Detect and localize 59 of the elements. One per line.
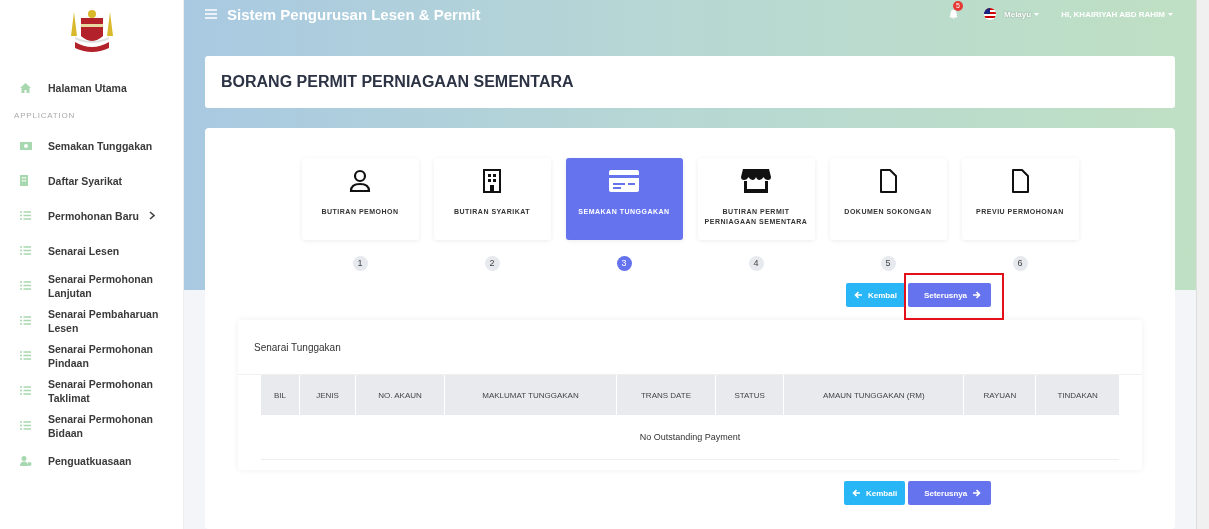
banknote-icon	[20, 141, 32, 150]
column-header: STATUS	[715, 375, 784, 415]
arrow-right-icon	[972, 489, 982, 497]
arrow-left-icon	[852, 489, 861, 497]
storefront-icon	[741, 169, 771, 193]
column-header: TINDAKAN	[1035, 375, 1119, 415]
step-number: 5	[880, 256, 896, 271]
step-number: 3	[616, 256, 632, 271]
building-icon	[20, 175, 28, 186]
caret-icon	[1168, 12, 1173, 16]
sidebar-item[interactable]: Penguatkuasaan	[0, 443, 183, 478]
sidebar-item[interactable]: Senarai Permohonan Bidaan	[0, 408, 183, 443]
column-header: RAYUAN	[963, 375, 1036, 415]
step-number: 4	[748, 256, 764, 271]
sidebar-item[interactable]: Permohonan Baru	[0, 198, 183, 233]
sidebar-item[interactable]: Semakan Tunggakan	[0, 128, 183, 163]
document-icon	[1011, 169, 1029, 193]
column-header: JENIS	[299, 375, 356, 415]
column-header: TRANS DATE	[616, 375, 716, 415]
column-header: MAKLUMAT TUNGGAKAN	[444, 375, 617, 415]
app-title: Sistem Pengurusan Lesen & Permit	[227, 5, 481, 23]
card-icon	[609, 170, 639, 192]
sidebar-item[interactable]: Senarai Lesen	[0, 233, 183, 268]
step-number: 2	[484, 256, 500, 271]
sidebar-item[interactable]: Daftar Syarikat	[0, 163, 183, 198]
list-icon	[20, 386, 31, 395]
list-icon	[20, 421, 31, 430]
user-gear-icon	[20, 455, 32, 466]
column-header: NO. AKAUN	[355, 375, 445, 415]
home-icon	[20, 82, 31, 93]
scrollbar[interactable]	[1196, 0, 1209, 529]
list-icon	[20, 316, 31, 325]
sidebar-item[interactable]: Senarai Permohonan Taklimat	[0, 373, 183, 408]
step-number: 6	[1012, 256, 1028, 271]
page-title: BORANG PERMIT PERNIAGAAN SEMENTARA	[221, 73, 574, 91]
next-button[interactable]: Seterusnya	[907, 283, 992, 307]
next-button[interactable]: Seterusnya	[908, 481, 992, 505]
sidebar-item[interactable]: Senarai Permohonan Lanjutan	[0, 268, 183, 303]
menu-icon[interactable]	[205, 9, 217, 19]
building-icon	[482, 169, 502, 193]
step-number: 1	[352, 256, 368, 271]
empty-message: No Outstanding Payment	[261, 415, 1119, 460]
column-header: BIL	[261, 375, 300, 415]
sidebar-item[interactable]: Halaman Utama	[0, 70, 183, 105]
sidebar-item[interactable]: Senarai Pembaharuan Lesen	[0, 303, 183, 338]
sidebar-item[interactable]: Senarai Permohonan Pindaan	[0, 338, 183, 373]
flag-icon	[984, 8, 996, 20]
person-icon	[348, 169, 372, 193]
list-icon	[20, 281, 31, 290]
list-icon	[20, 246, 31, 255]
arrow-left-icon	[854, 291, 863, 299]
list-icon	[20, 211, 31, 220]
caret-icon	[1034, 12, 1040, 16]
bell-icon[interactable]	[949, 9, 958, 19]
section-label: APPLICATION	[13, 110, 77, 122]
document-icon	[879, 169, 897, 193]
arrow-right-icon	[972, 291, 982, 299]
list-icon	[20, 351, 31, 360]
column-header: AMAUN TUNGGAKAN (RM)	[783, 375, 964, 415]
